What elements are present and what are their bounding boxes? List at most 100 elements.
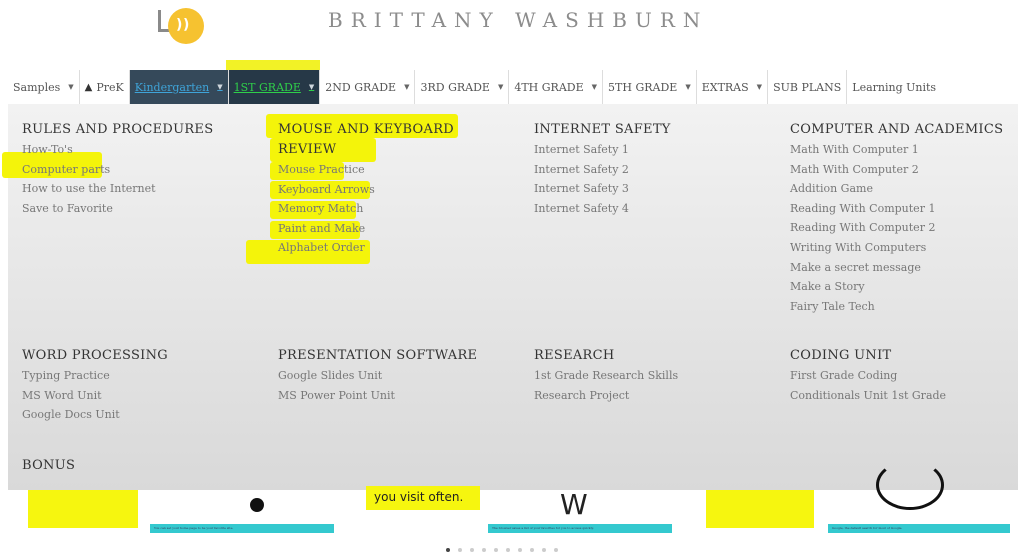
slide-image[interactable] [28,490,138,528]
menu-link[interactable]: MS Word Unit [22,386,168,406]
slide-image [250,498,264,512]
menu-link[interactable]: Math With Computer 2 [790,160,1003,180]
menu-link[interactable]: Paint and Make [278,219,454,239]
menu-section-word-processing: WORD PROCESSING Typing Practice MS Word … [22,346,168,425]
pagination-dot[interactable] [506,548,510,552]
nav-item-5th-grade[interactable]: 5TH GRADE ▼ [603,70,697,104]
slide-caption: Google, the default search for most of G… [828,524,1010,533]
menu-link[interactable]: Google Docs Unit [22,405,168,425]
nav-label: Samples [13,80,61,94]
nav-label: EXTRAS [701,80,749,94]
menu-section-bonus: BONUS [22,456,75,476]
mega-menu-dropdown: RULES AND PROCEDURES How-To's Computer p… [2,104,1018,490]
menu-link[interactable]: Typing Practice [22,366,168,386]
nav-label: Learning Units [852,80,937,94]
menu-link[interactable]: Writing With Computers [790,238,1003,258]
menu-link[interactable]: Math With Computer 1 [790,140,1003,160]
menu-section-internet-safety: INTERNET SAFETY Internet Safety 1 Intern… [534,120,671,218]
section-heading: MOUSE AND KEYBOARD REVIEW [278,120,454,160]
menu-link[interactable]: Save to Favorite [22,199,213,219]
caret-down-icon: ▼ [217,83,223,91]
menu-link[interactable]: Memory Match [278,199,454,219]
nav-item-kindergarten[interactable]: Kindergarten ▼ [129,70,229,104]
section-heading: WORD PROCESSING [22,348,168,363]
menu-link[interactable]: Fairy Tale Tech [790,297,1003,317]
nav-item-samples[interactable]: Samples ▼ [8,70,80,104]
pagination-dot[interactable] [482,548,486,552]
slide-image[interactable] [706,490,814,528]
menu-link[interactable]: Internet Safety 4 [534,199,671,219]
menu-section-presentation: PRESENTATION SOFTWARE Google Slides Unit… [278,346,477,405]
nav-item-2nd-grade[interactable]: 2ND GRADE ▼ [320,70,416,104]
menu-link[interactable]: Internet Safety 3 [534,179,671,199]
section-heading-line: REVIEW [278,142,337,157]
menu-link[interactable]: Addition Game [790,179,1003,199]
menu-link[interactable]: Reading With Computer 1 [790,199,1003,219]
pagination-dot[interactable] [494,548,498,552]
section-heading: CODING UNIT [790,348,892,363]
section-heading: INTERNET SAFETY [534,122,671,137]
menu-section-mouse-keyboard: MOUSE AND KEYBOARD REVIEW Mouse Practice… [278,120,454,258]
brand-logo[interactable]: )) [152,6,212,46]
site-title[interactable]: BRITTANY WASHBURN [328,8,708,32]
nav-item-extras[interactable]: EXTRAS ▼ [697,70,769,104]
slide-caption: The browser saves a list of your favorit… [488,524,672,533]
caption-text: The browser saves a list of your favorit… [492,526,594,530]
caret-down-icon: ▼ [404,83,410,91]
section-heading-line: MOUSE AND KEYBOARD [278,122,455,137]
sound-logo-icon: )) [168,8,204,44]
nav-item-sub-plans[interactable]: SUB PLANS [768,70,848,104]
menu-link[interactable]: Conditionals Unit 1st Grade [790,386,946,406]
caret-down-icon: ▼ [756,83,763,91]
slide-letter: W [560,488,588,521]
section-heading[interactable]: BONUS [22,456,75,476]
slide-image [876,460,944,510]
menu-section-coding: CODING UNIT First Grade Coding Condition… [790,346,946,405]
pagination-dot[interactable] [542,548,546,552]
menu-link[interactable]: MS Power Point Unit [278,386,477,406]
nav-item-learning-units[interactable]: Learning Units [847,70,941,104]
pagination-dot[interactable] [446,548,450,552]
pagination-dot[interactable] [470,548,474,552]
nav-label: 5TH GRADE [608,80,678,94]
caption-text: You can set your home page to be your fa… [154,526,234,530]
menu-section-rules: RULES AND PROCEDURES How-To's Computer p… [22,120,213,218]
nav-item-1st-grade[interactable]: 1ST GRADE ▼ [228,70,321,104]
menu-link[interactable]: Internet Safety 2 [534,160,671,180]
menu-link[interactable]: Alphabet Order [278,238,454,258]
slide-text: you visit often. [374,490,464,504]
nav-label: SUB PLANS [773,80,842,94]
slide-caption: You can set your home page to be your fa… [150,524,334,533]
pagination-dot[interactable] [554,548,558,552]
pagination-dot[interactable] [530,548,534,552]
caret-down-icon: ▼ [685,83,691,91]
pagination-dot[interactable] [518,548,522,552]
carousel-pagination [446,548,558,552]
section-heading: COMPUTER AND ACADEMICS [790,122,1004,137]
nav-item-prek[interactable]: ▲ PreK [80,70,130,104]
nav-item-3rd-grade[interactable]: 3RD GRADE ▼ [415,70,510,104]
menu-link[interactable]: Computer parts [22,160,213,180]
menu-link[interactable]: Internet Safety 1 [534,140,671,160]
menu-section-research: RESEARCH 1st Grade Research Skills Resea… [534,346,678,405]
menu-link[interactable]: Keyboard Arrows [278,180,454,200]
menu-link[interactable]: 1st Grade Research Skills [534,366,678,386]
section-heading: RULES AND PROCEDURES [22,122,214,137]
caret-down-icon: ▼ [308,83,315,91]
menu-link[interactable]: Google Slides Unit [278,366,477,386]
user-icon: ▲ [84,81,93,93]
menu-link[interactable]: How-To's [22,140,213,160]
menu-link[interactable]: Mouse Practice [278,160,454,180]
menu-section-computer-academics: COMPUTER AND ACADEMICS Math With Compute… [790,120,1003,316]
nav-label: 4TH GRADE [514,80,584,94]
caption-text: Google, the default search for most of G… [832,526,903,530]
menu-link[interactable]: Make a secret message [790,258,1003,278]
menu-link[interactable]: First Grade Coding [790,366,946,386]
section-heading: PRESENTATION SOFTWARE [278,348,478,363]
menu-link[interactable]: Make a Story [790,277,1003,297]
nav-item-4th-grade[interactable]: 4TH GRADE ▼ [509,70,604,104]
menu-link[interactable]: How to use the Internet [22,179,213,199]
menu-link[interactable]: Reading With Computer 2 [790,218,1003,238]
pagination-dot[interactable] [458,548,462,552]
menu-link[interactable]: Research Project [534,386,678,406]
